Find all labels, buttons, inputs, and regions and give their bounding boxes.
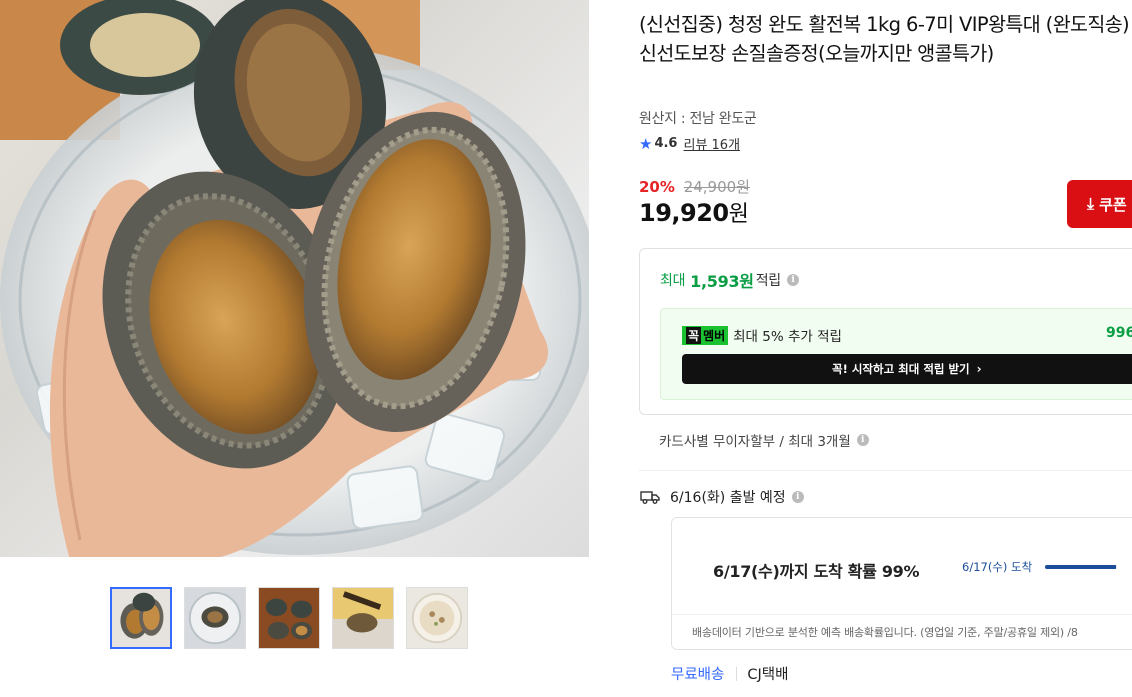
final-price: 19,920원 xyxy=(639,196,749,228)
shipping-date: 6/16(화) 출발 예정 i xyxy=(640,487,804,507)
ship-date-text: 6/16(화) 출발 예정 xyxy=(670,490,786,506)
product-main-image xyxy=(0,0,589,557)
arrival-date-label: 6/17(수) 도착 xyxy=(962,560,1033,574)
thumbnail-1[interactable] xyxy=(110,587,172,649)
section-divider xyxy=(639,470,1132,471)
member-join-label: 꼭! 시작하고 최대 적립 받기 xyxy=(832,362,970,376)
original-price: 24,900원 xyxy=(683,178,750,196)
coupon-label: 쿠폰 xyxy=(1099,195,1127,214)
kkok-member-badge: 꼭 멤버 xyxy=(682,325,729,345)
truck-icon xyxy=(640,491,660,504)
info-icon[interactable]: i xyxy=(856,434,869,446)
carrier-name: CJ택배 xyxy=(747,667,789,683)
delivery-prediction-box: 6/17(수)까지 도착 확률 99% 6/17(수) 도착 배송데이터 기반으… xyxy=(671,517,1132,650)
installment-info: 카드사별 무이자할부 / 최대 3개월 i xyxy=(659,430,869,450)
chevron-right-icon: › xyxy=(976,362,982,376)
product-rating: ★ 4.6 리뷰 16개 xyxy=(639,134,740,154)
star-icon: ★ xyxy=(639,134,653,153)
thumbnail-3[interactable] xyxy=(258,587,320,649)
max-reward: 최대 1,593원 적립 i xyxy=(660,268,799,292)
member-reward-amount: 996 xyxy=(1106,325,1132,341)
kkok-badge-part-1: 꼭 xyxy=(686,326,702,344)
arrival-probability-fill xyxy=(1045,565,1117,569)
download-icon: ⤓ xyxy=(1087,194,1095,213)
product-title: (신선집중) 청정 완도 활전복 1kg 6-7미 VIP왕특대 (완도직송) … xyxy=(639,13,1130,65)
info-icon[interactable]: i xyxy=(791,491,804,503)
shipping-type: 무료배송 CJ택배 xyxy=(671,663,788,684)
installment-text: 카드사별 무이자할부 / 최대 3개월 xyxy=(659,434,851,450)
thumbnail-4[interactable] xyxy=(332,587,394,649)
final-price-unit: 원 xyxy=(728,202,749,227)
free-shipping-link[interactable]: 무료배송 xyxy=(671,663,724,684)
product-origin: 원산지 : 전남 완도군 xyxy=(639,111,757,127)
thumbnail-2[interactable] xyxy=(184,587,246,649)
reward-box: 최대 1,593원 적립 i 꼭 멤버 최대 5% 추가 적립 996 꼭! 시… xyxy=(639,248,1132,415)
thumbnail-5[interactable] xyxy=(406,587,468,649)
member-join-button[interactable]: 꼭! 시작하고 최대 적립 받기 › xyxy=(682,354,1132,384)
reward-amount: 1,593원 xyxy=(690,272,754,291)
discount-rate: 20% xyxy=(639,178,675,196)
rating-score: 4.6 xyxy=(654,136,678,151)
review-count-link[interactable]: 리뷰 16개 xyxy=(683,134,740,153)
kkok-badge-part-2: 멤버 xyxy=(703,328,726,343)
member-reward-desc: 최대 5% 추가 적립 xyxy=(733,329,842,345)
separator xyxy=(736,666,738,681)
coupon-download-button[interactable]: ⤓ 쿠폰 xyxy=(1067,180,1132,228)
final-price-number: 19,920 xyxy=(639,199,729,227)
arrival-probability-bar xyxy=(1045,565,1117,569)
info-icon[interactable]: i xyxy=(786,274,799,286)
arrival-probability: 6/17(수)까지 도착 확률 99% xyxy=(713,562,920,581)
reward-suffix: 적립 xyxy=(755,273,781,289)
member-reward-box: 꼭 멤버 최대 5% 추가 적립 996 꼭! 시작하고 최대 적립 받기 › xyxy=(660,308,1132,400)
reward-prefix: 최대 xyxy=(660,273,686,289)
price-discount-row: 20% 24,900원 xyxy=(639,176,750,197)
member-reward-row: 꼭 멤버 최대 5% 추가 적립 xyxy=(682,325,842,345)
delivery-note: 배송데이터 기반으로 분석한 예측 배송확률입니다. (영업일 기준, 주말/공… xyxy=(672,614,1132,640)
